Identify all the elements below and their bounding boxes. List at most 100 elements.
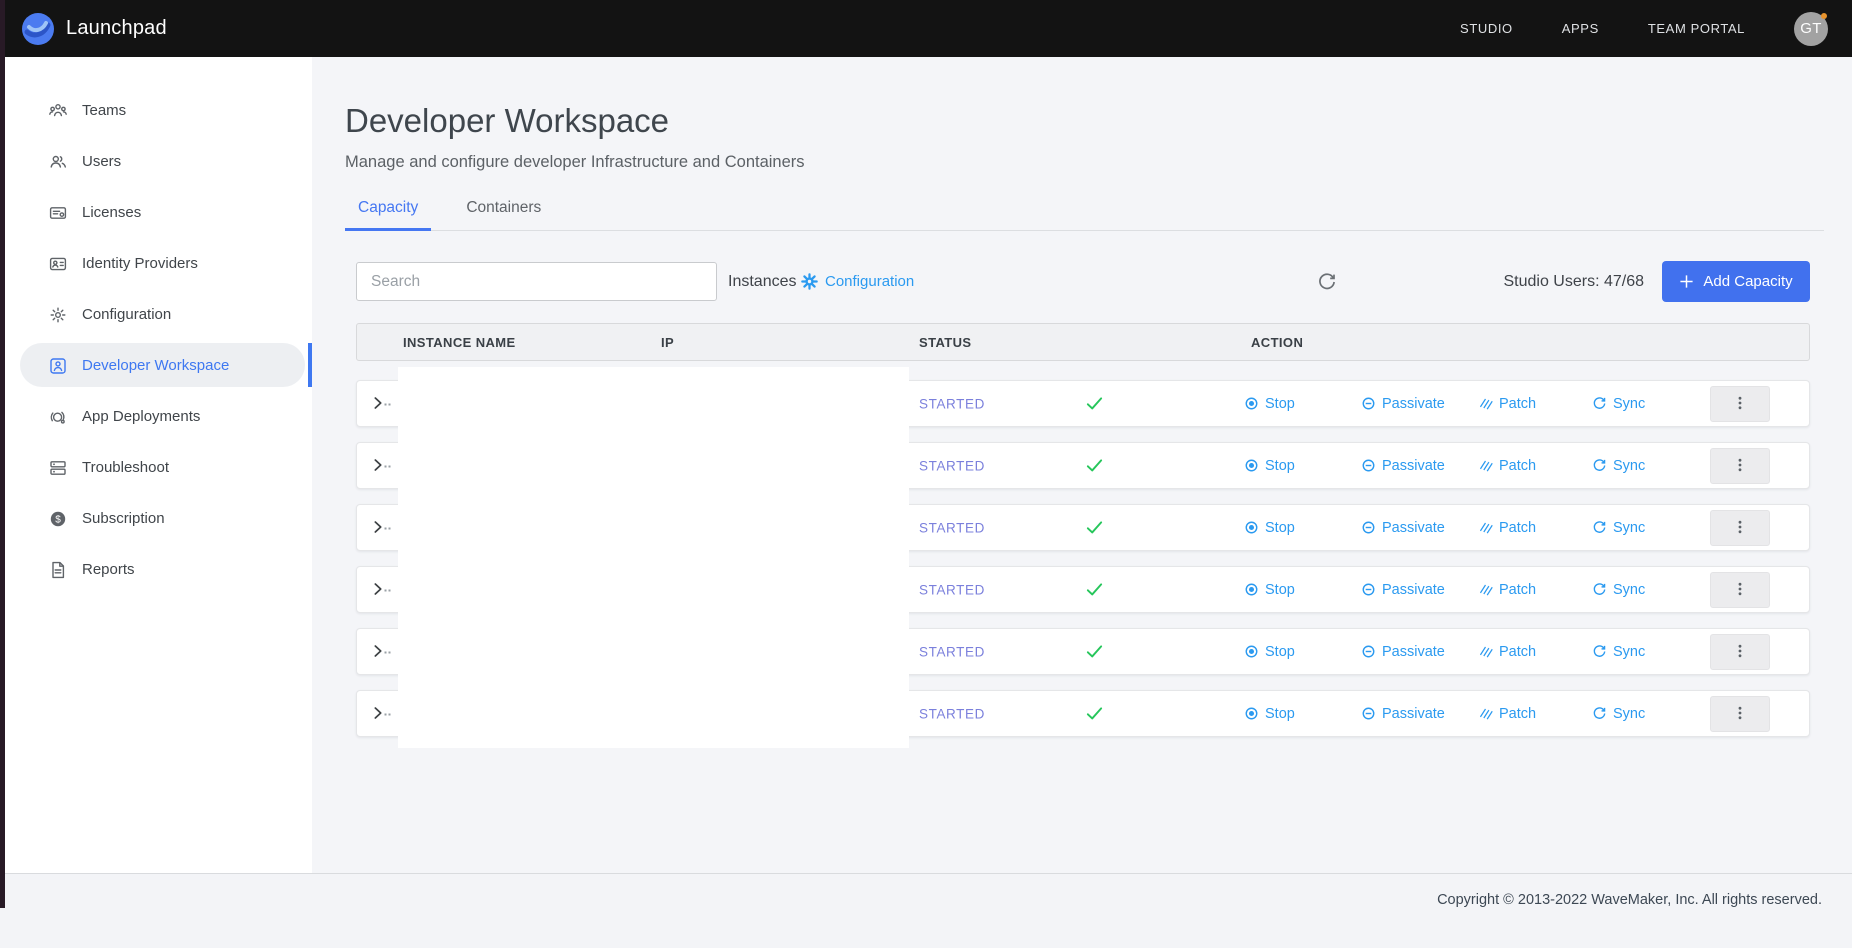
action-label: Stop <box>1265 520 1295 536</box>
action-label: Sync <box>1613 396 1645 412</box>
status-text: STARTED <box>919 396 985 411</box>
redacted-text-artifact <box>384 403 392 406</box>
status-text: STARTED <box>919 458 985 473</box>
column-action: ACTION <box>1251 324 1303 360</box>
stop-action-link[interactable]: Stop <box>1244 458 1295 474</box>
sync-action-link[interactable]: Sync <box>1592 396 1645 412</box>
patch-action-link[interactable]: Patch <box>1478 706 1536 722</box>
stop-action-link[interactable]: Stop <box>1244 582 1295 598</box>
redacted-text-artifact <box>384 527 392 530</box>
sidebar-item-identity-providers[interactable]: Identity Providers <box>0 238 312 289</box>
patch-icon <box>1478 706 1493 721</box>
configuration-icon <box>48 305 68 325</box>
search-input[interactable] <box>356 262 717 301</box>
passivate-action-link[interactable]: Passivate <box>1361 644 1445 660</box>
sidebar-item-subscription[interactable]: $Subscription <box>0 493 312 544</box>
passivate-icon <box>1361 520 1376 535</box>
page-title: Developer Workspace <box>345 101 1852 141</box>
redacted-text-artifact <box>384 713 392 716</box>
tab-bar: Capacity Containers <box>345 194 1824 231</box>
sidebar-item-users[interactable]: Users <box>0 136 312 187</box>
action-label: Sync <box>1613 644 1645 660</box>
vertical-dots-icon <box>1732 581 1748 600</box>
patch-action-link[interactable]: Patch <box>1478 520 1536 536</box>
status-text: STARTED <box>919 644 985 659</box>
row-menu-button[interactable] <box>1710 386 1770 422</box>
passivate-action-link[interactable]: Passivate <box>1361 582 1445 598</box>
app-deployments-icon <box>48 407 68 427</box>
tab-containers[interactable]: Containers <box>453 194 554 230</box>
row-menu-button[interactable] <box>1710 572 1770 608</box>
sidebar-item-developer-workspace[interactable]: Developer Workspace <box>0 340 312 391</box>
patch-action-link[interactable]: Patch <box>1478 582 1536 598</box>
action-label: Sync <box>1613 520 1645 536</box>
refresh-button[interactable] <box>1313 268 1341 296</box>
sync-action-link[interactable]: Sync <box>1592 644 1645 660</box>
sync-action-link[interactable]: Sync <box>1592 706 1645 722</box>
action-label: Passivate <box>1382 582 1445 598</box>
column-instance-name: INSTANCE NAME <box>403 324 516 360</box>
action-label: Stop <box>1265 582 1295 598</box>
sync-action-link[interactable]: Sync <box>1592 458 1645 474</box>
passivate-action-link[interactable]: Passivate <box>1361 706 1445 722</box>
action-label: Stop <box>1265 458 1295 474</box>
svg-text:$: $ <box>55 514 61 525</box>
passivate-action-link[interactable]: Passivate <box>1361 458 1445 474</box>
sync-icon <box>1592 396 1607 411</box>
nav-apps[interactable]: APPS <box>1562 21 1599 36</box>
vertical-dots-icon <box>1732 519 1748 538</box>
sync-icon <box>1592 582 1607 597</box>
notification-dot <box>1821 13 1827 19</box>
action-label: Patch <box>1499 582 1536 598</box>
stop-action-link[interactable]: Stop <box>1244 644 1295 660</box>
stop-action-link[interactable]: Stop <box>1244 396 1295 412</box>
row-menu-button[interactable] <box>1710 634 1770 670</box>
status-text: STARTED <box>919 582 985 597</box>
sync-icon <box>1592 706 1607 721</box>
instances-label: Instances <box>728 262 796 301</box>
sidebar-item-troubleshoot[interactable]: Troubleshoot <box>0 442 312 493</box>
stop-action-link[interactable]: Stop <box>1244 520 1295 536</box>
users-icon <box>48 152 68 172</box>
patch-action-link[interactable]: Patch <box>1478 396 1536 412</box>
tab-capacity[interactable]: Capacity <box>345 194 431 230</box>
nav-studio[interactable]: STUDIO <box>1460 21 1513 36</box>
patch-action-link[interactable]: Patch <box>1478 458 1536 474</box>
nav-team-portal[interactable]: TEAM PORTAL <box>1648 21 1745 36</box>
passivate-action-link[interactable]: Passivate <box>1361 520 1445 536</box>
stop-icon <box>1244 706 1259 721</box>
row-menu-button[interactable] <box>1710 510 1770 546</box>
sidebar-item-label: Teams <box>82 102 126 119</box>
passivate-action-link[interactable]: Passivate <box>1361 396 1445 412</box>
action-label: Patch <box>1499 706 1536 722</box>
patch-icon <box>1478 520 1493 535</box>
add-capacity-label: Add Capacity <box>1703 273 1792 290</box>
vertical-dots-icon <box>1732 457 1748 476</box>
sync-action-link[interactable]: Sync <box>1592 520 1645 536</box>
sidebar-item-reports[interactable]: Reports <box>0 544 312 595</box>
row-menu-button[interactable] <box>1710 696 1770 732</box>
redacted-text-artifact <box>384 651 392 654</box>
sidebar-item-label: Reports <box>82 561 135 578</box>
row-menu-button[interactable] <box>1710 448 1770 484</box>
brand-name: Launchpad <box>66 17 167 40</box>
sync-action-link[interactable]: Sync <box>1592 582 1645 598</box>
sidebar-item-app-deployments[interactable]: App Deployments <box>0 391 312 442</box>
sidebar-item-teams[interactable]: Teams <box>0 85 312 136</box>
stop-action-link[interactable]: Stop <box>1244 706 1295 722</box>
stop-icon <box>1244 520 1259 535</box>
action-label: Patch <box>1499 520 1536 536</box>
sidebar-item-configuration[interactable]: Configuration <box>0 289 312 340</box>
studio-users-count: Studio Users: 47/68 <box>1503 262 1644 301</box>
sync-icon <box>1592 520 1607 535</box>
sidebar-item-licenses[interactable]: Licenses <box>0 187 312 238</box>
add-capacity-button[interactable]: Add Capacity <box>1662 261 1810 302</box>
status-check-icon <box>1085 580 1105 600</box>
brand[interactable]: Launchpad <box>21 12 167 46</box>
user-avatar[interactable]: GT <box>1794 12 1828 46</box>
sidebar: Teams UsersLicensesIdentity ProvidersConf… <box>0 57 312 873</box>
configuration-link[interactable]: Configuration <box>801 262 914 301</box>
footer: Copyright © 2013-2022 WaveMaker, Inc. Al… <box>0 873 1852 948</box>
patch-icon <box>1478 396 1493 411</box>
patch-action-link[interactable]: Patch <box>1478 644 1536 660</box>
